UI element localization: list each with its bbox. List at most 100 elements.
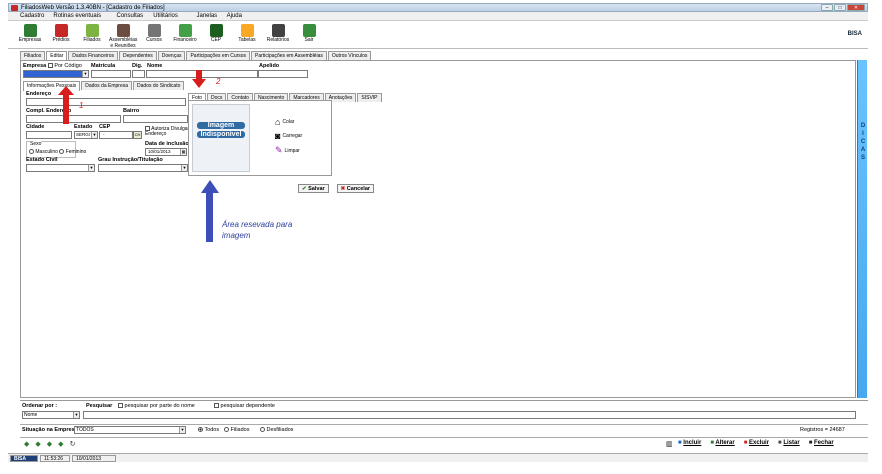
prev-icon[interactable]: ◆ xyxy=(35,440,40,448)
situacao-select[interactable]: TODOS ▼ xyxy=(74,426,186,434)
footer-button-0[interactable]: ■ Incluir xyxy=(678,440,701,446)
toolbar-icon-4 xyxy=(147,24,161,37)
grau-select[interactable]: ▼ xyxy=(98,164,188,172)
footer-button-1[interactable]: ■ Alterar xyxy=(710,440,734,446)
cep-input[interactable]: - xyxy=(99,131,133,139)
first-icon[interactable]: ◆ xyxy=(24,440,29,448)
dicas-sidebar[interactable]: DICAS xyxy=(857,60,867,398)
nav-icons: ◆ ◆ ◆ ◆ ↻ xyxy=(24,440,75,448)
refresh-icon[interactable]: ↻ xyxy=(70,440,76,448)
menu-item-5[interactable]: Ajuda xyxy=(227,13,242,19)
toolbar-label-3: Assembléias e Reuniões xyxy=(109,37,138,49)
toolbar-button-2[interactable]: Filiados xyxy=(78,24,106,44)
desfiliados-radio[interactable] xyxy=(260,427,265,433)
autoriza-checkbox[interactable] xyxy=(145,126,150,131)
por-codigo-checkbox[interactable] xyxy=(47,63,53,69)
toolbar-button-7[interactable]: Tabelas xyxy=(233,24,261,44)
main-tab-3[interactable]: Dependentes xyxy=(118,51,157,60)
filiados-option: Filiados xyxy=(224,427,249,433)
next-icon[interactable]: ◆ xyxy=(47,440,52,448)
sub-tabs: Informações Pessoais Dados da Empresa Dado… xyxy=(23,81,185,91)
footer-button-2[interactable]: ■ Excluir xyxy=(744,440,769,446)
toolbar-label-8: Relatórios xyxy=(266,37,290,43)
menu-item-4[interactable]: Janelas xyxy=(197,13,218,19)
matricula-label: Matrícula xyxy=(91,63,116,69)
toolbar-button-6[interactable]: CEP xyxy=(202,24,230,44)
close-icon[interactable]: ✕ xyxy=(847,4,865,11)
dependente-checkbox[interactable] xyxy=(214,403,219,409)
annotation-arrow-3 xyxy=(206,192,213,242)
parte-option: pesquisar por parte do nome xyxy=(118,403,195,409)
toolbar-button-9[interactable]: Sair xyxy=(295,24,323,44)
menu-item-0[interactable]: Cadastro xyxy=(20,13,44,19)
toolbar-icon-1 xyxy=(54,24,68,37)
endereco-label: Endereço xyxy=(26,91,52,97)
filiados-radio[interactable] xyxy=(224,427,229,433)
toolbar-button-4[interactable]: Cursos xyxy=(140,24,168,44)
main-tab-7[interactable]: Outros Vínculos xyxy=(327,51,372,60)
toolbar-icon-5 xyxy=(178,24,192,37)
ordenar-select[interactable]: Nome ▼ xyxy=(22,411,80,419)
menu-bar: Cadastro Rotinas eventuais Consultas Utilit… xyxy=(8,12,868,21)
toolbar-button-3[interactable]: Assembléias e Reuniões xyxy=(109,24,137,49)
limpar-action[interactable]: ✎ Limpar xyxy=(275,145,300,156)
bairro-input[interactable] xyxy=(123,115,188,123)
main-tab-6[interactable]: Participações em Assembléias xyxy=(251,51,327,60)
last-icon[interactable]: ◆ xyxy=(58,440,63,448)
cep-search-icon[interactable]: CH xyxy=(133,131,142,139)
feminino-radio[interactable] xyxy=(59,149,65,155)
nome-input[interactable] xyxy=(146,70,258,78)
toolbar-button-1[interactable]: Prédios xyxy=(47,24,75,44)
toolbar-label-2: Filiados xyxy=(83,37,101,43)
todos-option: Todos xyxy=(198,427,219,433)
estado-select[interactable]: SERGI ▼ xyxy=(74,131,98,139)
main-tab-4[interactable]: Doenças xyxy=(157,51,186,60)
dependente-option: pesquisar dependente xyxy=(214,403,275,409)
maximize-icon[interactable]: □ xyxy=(834,4,846,11)
endereco-input[interactable] xyxy=(26,98,186,106)
apelido-input[interactable] xyxy=(258,70,308,78)
estado-civil-select[interactable]: ▼ xyxy=(26,164,95,172)
toolbar-button-0[interactable]: Empresas xyxy=(16,24,44,44)
pesquisar-input[interactable] xyxy=(83,411,856,419)
minimize-icon[interactable]: – xyxy=(821,4,833,11)
menu-item-1[interactable]: Rotinas eventuais xyxy=(53,13,101,19)
save-button[interactable]: ✔ Salvar xyxy=(298,184,329,193)
toolbar-label-9: Sair xyxy=(304,37,314,43)
parte-checkbox[interactable] xyxy=(118,403,123,409)
desfiliados-option: Desfiliados xyxy=(260,427,293,433)
paste-icon: ⌂ xyxy=(275,117,281,127)
sub-tab-2[interactable]: Dados do Sindicato xyxy=(133,81,185,90)
sub-tab-1[interactable]: Dados da Empresa xyxy=(81,81,133,90)
toolbar-icon-0 xyxy=(23,24,37,37)
menu-item-3[interactable]: Utilitários xyxy=(153,13,178,19)
cancel-button[interactable]: ✖ Cancelar xyxy=(336,184,375,193)
menu-item-2[interactable]: Consultas xyxy=(117,13,144,19)
toolbar-icon-7 xyxy=(240,24,254,37)
footer-button-3[interactable]: ■ Listar xyxy=(778,440,800,446)
dig-input[interactable] xyxy=(132,70,145,78)
toolbar-button-5[interactable]: Financeiro xyxy=(171,24,199,44)
data-inclusao-label: Data de inclusão xyxy=(145,141,189,147)
footer-button-4[interactable]: ■ Fechar xyxy=(809,440,834,446)
carregar-action[interactable]: ◙ Carregar xyxy=(275,131,302,141)
sexo-options: Masculino Feminino xyxy=(29,149,86,155)
main-tab-2[interactable]: Dados Financeiros xyxy=(68,51,118,60)
colar-action[interactable]: ⌂ Colar xyxy=(275,117,294,127)
toolbar-label-5: Financeiro xyxy=(173,37,197,43)
data-inclusao-input[interactable]: 10/01/2013 ▦ xyxy=(145,148,187,156)
empresa-select[interactable]: ▼ xyxy=(23,70,89,78)
toolbar-button-8[interactable]: Relatórios xyxy=(264,24,292,44)
photo-tab-6[interactable]: SISVIP xyxy=(357,93,382,102)
footer-buttons: ■ Incluir ■ Alterar ■ Excluir ■ Listar ■ Fec… xyxy=(678,440,834,446)
status-time: 11:53:26 xyxy=(40,455,70,462)
todos-radio[interactable] xyxy=(198,427,203,433)
matricula-input[interactable] xyxy=(91,70,131,78)
masculino-radio[interactable] xyxy=(29,149,34,155)
chart-icon[interactable]: ▥ xyxy=(666,440,673,448)
main-tab-5[interactable]: Participações em Cursos xyxy=(186,51,251,60)
compl-input[interactable] xyxy=(26,115,121,123)
cidade-input[interactable] xyxy=(26,131,72,139)
main-tab-0[interactable]: Filiados xyxy=(20,51,46,60)
sexo-label: Sexo xyxy=(30,141,42,147)
